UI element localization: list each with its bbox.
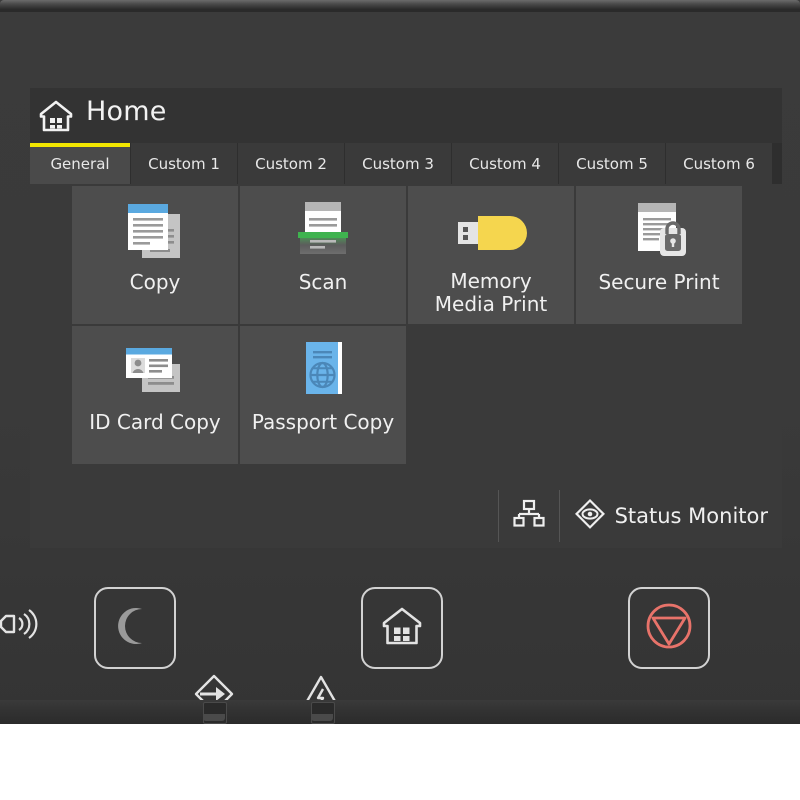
device-top-inner-shadow xyxy=(0,9,800,12)
tab-custom-2[interactable]: Custom 2 xyxy=(238,143,345,184)
passport-icon xyxy=(284,336,362,408)
tile-label-line-2: Media Print xyxy=(434,292,548,316)
network-status-button[interactable] xyxy=(497,490,559,542)
tile-empty-slot xyxy=(408,326,574,464)
tab-general[interactable]: General xyxy=(30,143,131,184)
active-tab-accent xyxy=(30,143,130,147)
document-lock-icon xyxy=(620,196,698,268)
tile-scan[interactable]: Scan xyxy=(240,186,406,324)
tab-custom-4[interactable]: Custom 4 xyxy=(452,143,559,184)
speaker-volume-icon xyxy=(0,602,42,646)
network-icon xyxy=(512,499,545,534)
tab-label: Custom 4 xyxy=(469,154,541,173)
home-button[interactable] xyxy=(361,587,443,669)
tab-custom-6[interactable]: Custom 6 xyxy=(666,143,773,184)
panel-clip-left-foot xyxy=(203,714,225,721)
status-monitor-button[interactable]: Status Monitor xyxy=(558,490,782,542)
sleep-button[interactable] xyxy=(94,587,176,669)
home-icon xyxy=(38,99,74,133)
tile-label: Passport Copy xyxy=(251,410,395,434)
tile-copy[interactable]: Copy xyxy=(72,186,238,324)
tab-bar: General Custom 1 Custom 2 Custom 3 Custo… xyxy=(30,143,782,184)
tab-custom-3[interactable]: Custom 3 xyxy=(345,143,452,184)
function-tile-area: Copy Scan Memory Media Print Secure Prin… xyxy=(30,184,782,484)
tile-label-line-1: Memory xyxy=(450,269,532,293)
moon-icon xyxy=(114,605,156,652)
tile-label: ID Card Copy xyxy=(89,410,221,434)
tile-secure-print[interactable]: Secure Print xyxy=(576,186,742,324)
status-monitor-eye-icon xyxy=(574,498,606,535)
usb-drive-icon xyxy=(448,196,534,268)
screen-titlebar: Home xyxy=(30,88,782,143)
scanner-icon xyxy=(284,196,362,268)
device-base-lip xyxy=(0,700,800,724)
tile-label: Secure Print xyxy=(598,270,720,294)
tab-label: Custom 5 xyxy=(576,154,648,173)
copy-documents-icon xyxy=(116,196,194,268)
screen-status-bar: Status Monitor xyxy=(30,484,782,548)
tile-label: Scan xyxy=(298,270,348,294)
tab-label: General xyxy=(50,154,110,173)
printer-control-panel: Home General Custom 1 Custom 2 Custom 3 … xyxy=(0,0,800,724)
touchscreen-display: Home General Custom 1 Custom 2 Custom 3 … xyxy=(30,88,782,548)
tile-passport-copy[interactable]: Passport Copy xyxy=(240,326,406,464)
hardware-button-row xyxy=(0,556,800,714)
stop-circle-triangle-icon xyxy=(643,600,695,657)
page-title: Home xyxy=(86,96,167,127)
tile-empty-slot xyxy=(576,326,742,464)
tile-memory-media-print[interactable]: Memory Media Print xyxy=(408,186,574,324)
tab-custom-5[interactable]: Custom 5 xyxy=(559,143,666,184)
tile-label: Memory Media Print xyxy=(435,270,547,316)
stop-button[interactable] xyxy=(628,587,710,669)
tab-label: Custom 2 xyxy=(255,154,327,173)
tab-label: Custom 6 xyxy=(683,154,755,173)
id-card-icon xyxy=(114,336,196,408)
function-tile-grid: Copy Scan Memory Media Print Secure Prin… xyxy=(72,186,742,478)
tab-label: Custom 1 xyxy=(148,154,220,173)
tab-custom-1[interactable]: Custom 1 xyxy=(131,143,238,184)
status-monitor-label: Status Monitor xyxy=(614,504,768,528)
device-top-bezel-edge xyxy=(0,0,800,9)
panel-clip-right-foot xyxy=(311,714,333,721)
tile-id-card-copy[interactable]: ID Card Copy xyxy=(72,326,238,464)
tab-label: Custom 3 xyxy=(362,154,434,173)
home-icon xyxy=(380,605,424,652)
tile-label: Copy xyxy=(129,270,181,294)
